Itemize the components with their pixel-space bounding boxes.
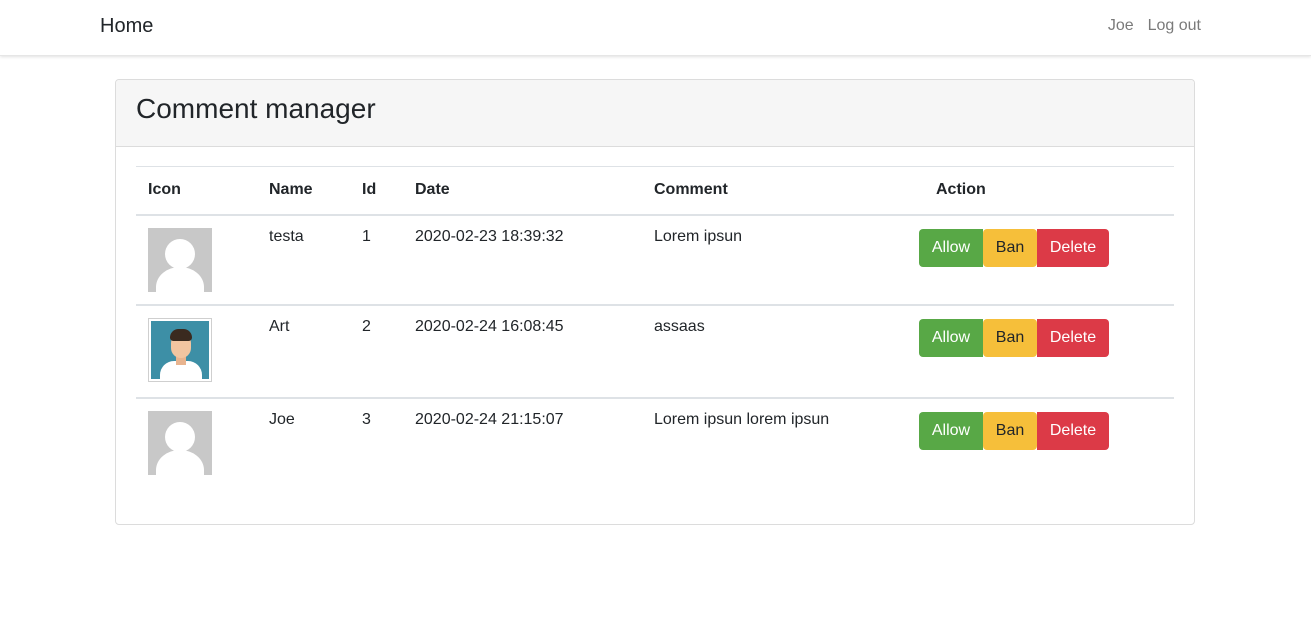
- header-comment: Comment: [654, 181, 728, 199]
- cell-actions: Allow Ban Delete: [902, 215, 1174, 305]
- cell-comment: Lorem ipsun lorem ipsun: [654, 410, 830, 428]
- ban-button[interactable]: Ban: [983, 228, 1037, 267]
- comment-manager-card: Comment manager Icon Name Id Date Commen…: [115, 79, 1195, 525]
- header-icon: Icon: [148, 181, 181, 199]
- cell-id: 3: [362, 410, 371, 428]
- default-avatar-icon: [148, 410, 212, 475]
- table-row: Joe 3 2020-02-24 21:15:07 Lorem ipsun lo…: [136, 398, 1174, 488]
- cell-id: 1: [362, 227, 371, 245]
- logout-link[interactable]: Log out: [1148, 17, 1201, 35]
- default-avatar-icon: [148, 227, 212, 292]
- header-date: Date: [415, 181, 450, 199]
- header-name: Name: [269, 181, 313, 199]
- delete-button[interactable]: Delete: [1037, 228, 1109, 267]
- cell-date: 2020-02-24 16:08:45: [415, 317, 564, 335]
- cell-icon: [136, 305, 257, 398]
- cell-name: Art: [269, 317, 290, 335]
- table-row: testa 1 2020-02-23 18:39:32 Lorem ipsun …: [136, 215, 1174, 305]
- delete-button[interactable]: Delete: [1037, 411, 1109, 450]
- allow-button[interactable]: Allow: [919, 228, 983, 267]
- table-header-row: Icon Name Id Date Comment Action: [136, 166, 1174, 215]
- action-button-group: Allow Ban Delete: [914, 411, 1162, 450]
- cell-comment: assaas: [654, 317, 705, 335]
- action-button-group: Allow Ban Delete: [914, 228, 1162, 267]
- action-button-group: Allow Ban Delete: [914, 318, 1162, 357]
- home-link[interactable]: Home: [100, 15, 153, 38]
- user-nav: Joe Log out: [1108, 17, 1201, 35]
- header-id: Id: [362, 181, 377, 199]
- cell-icon: [136, 398, 257, 488]
- table-row: Art 2 2020-02-24 16:08:45 assaas Allow B…: [136, 305, 1174, 398]
- top-navbar: Home Joe Log out: [0, 0, 1311, 56]
- cell-icon: [136, 215, 257, 305]
- comments-table: Icon Name Id Date Comment Action testa 1…: [136, 166, 1174, 488]
- allow-button[interactable]: Allow: [919, 318, 983, 357]
- cell-comment: Lorem ipsun: [654, 227, 743, 245]
- cell-id: 2: [362, 317, 371, 335]
- cell-date: 2020-02-23 18:39:32: [415, 227, 564, 245]
- cell-date: 2020-02-24 21:15:07: [415, 410, 564, 428]
- header-action: Action: [936, 181, 986, 199]
- cell-actions: Allow Ban Delete: [902, 398, 1174, 488]
- user-link[interactable]: Joe: [1108, 17, 1134, 35]
- cell-name: Joe: [269, 410, 295, 428]
- ban-button[interactable]: Ban: [983, 411, 1037, 450]
- user-photo-avatar: [148, 317, 212, 382]
- page-title: Comment manager: [136, 93, 376, 124]
- ban-button[interactable]: Ban: [983, 318, 1037, 357]
- card-header: Comment manager: [116, 80, 1194, 147]
- delete-button[interactable]: Delete: [1037, 318, 1109, 357]
- cell-name: testa: [269, 227, 304, 245]
- allow-button[interactable]: Allow: [919, 411, 983, 450]
- cell-actions: Allow Ban Delete: [902, 305, 1174, 398]
